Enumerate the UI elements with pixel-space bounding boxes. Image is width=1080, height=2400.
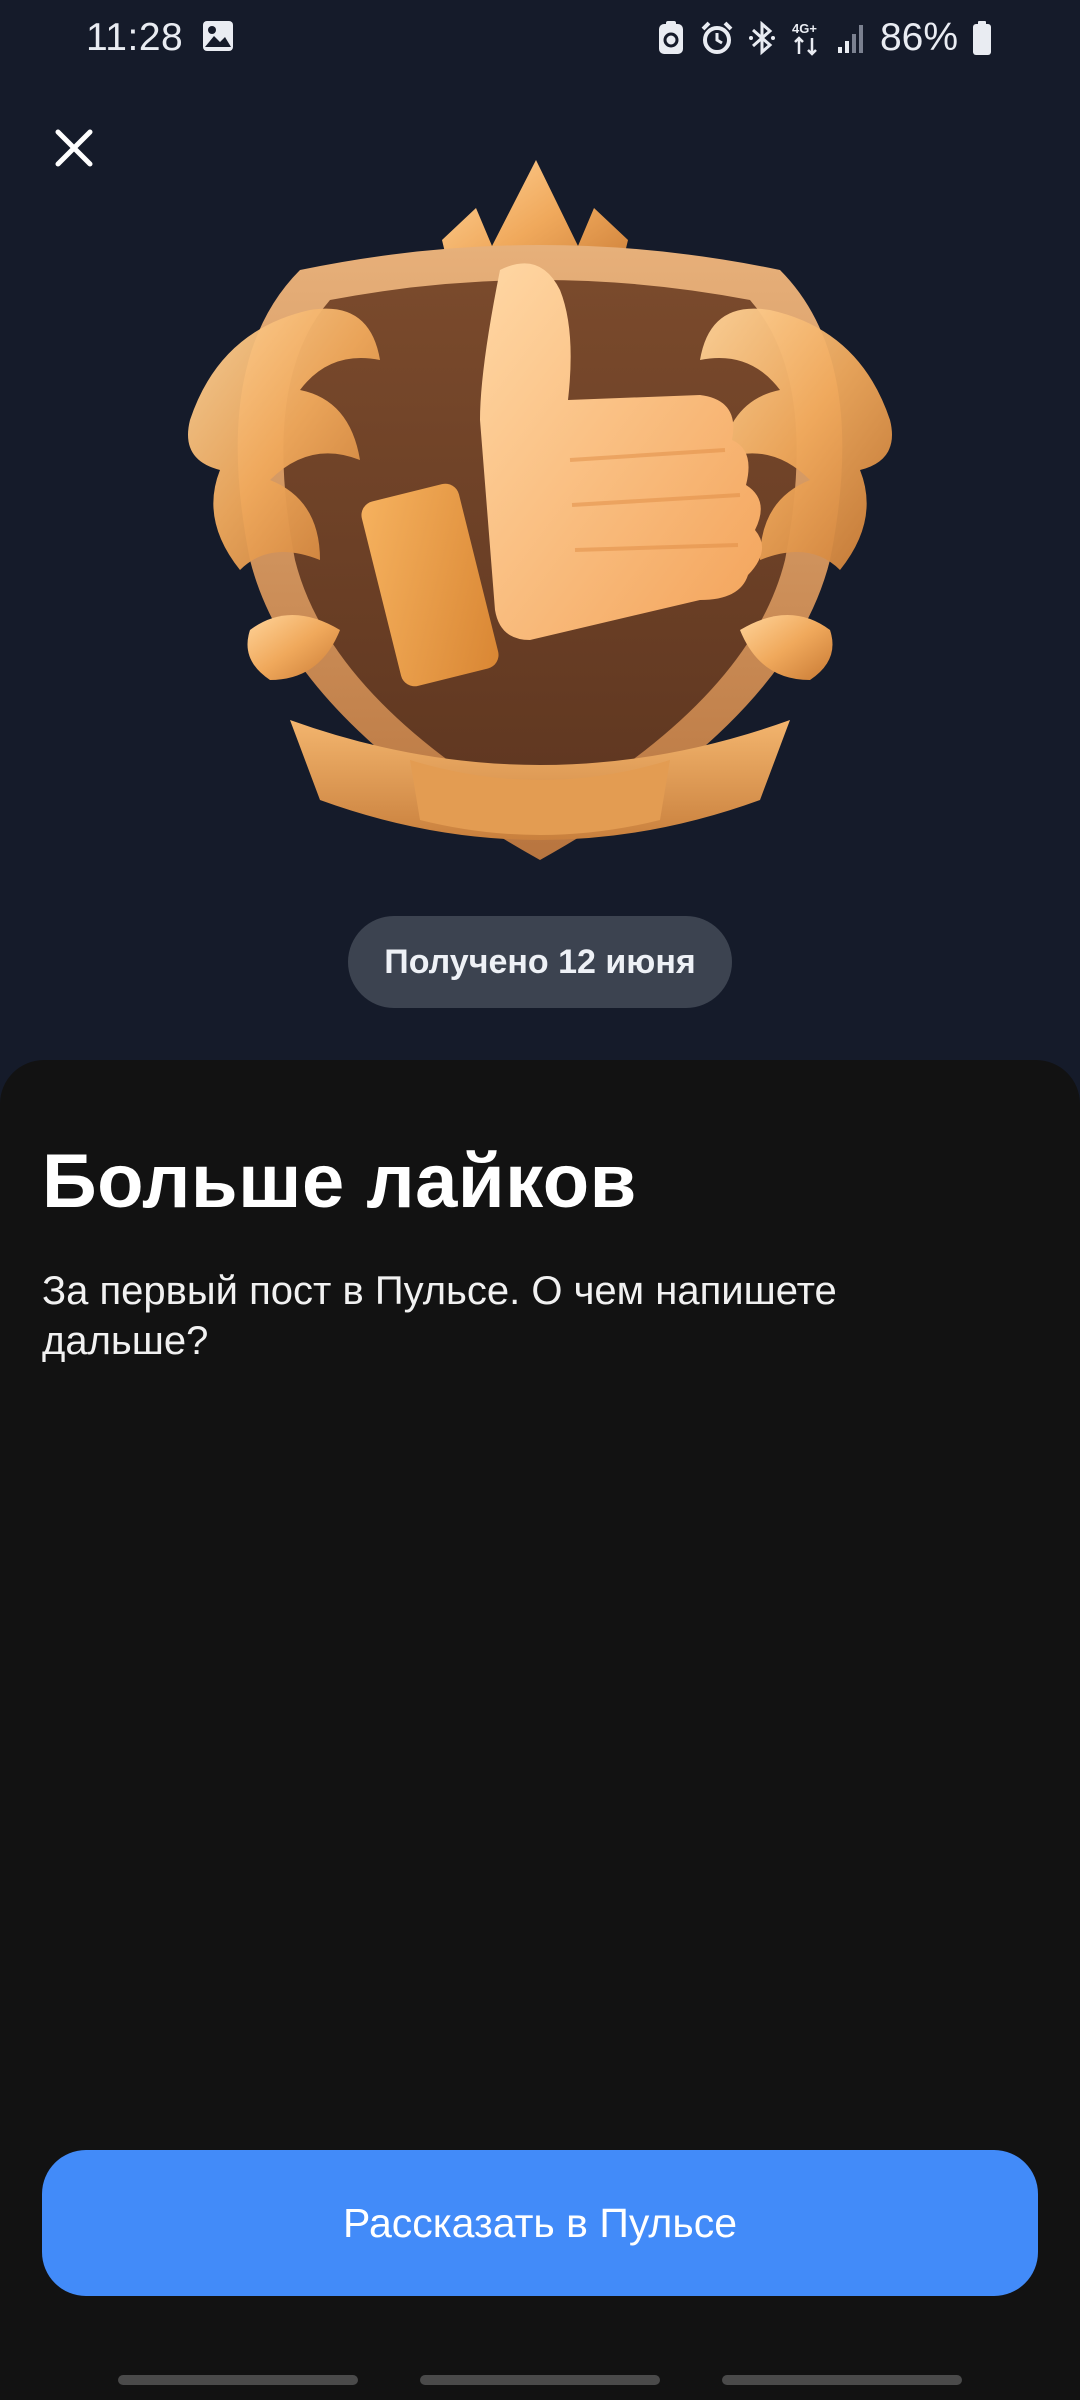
network-4g-icon: 4G+ bbox=[790, 20, 822, 56]
close-button[interactable] bbox=[44, 118, 104, 178]
achievement-title: Больше лайков bbox=[42, 1139, 637, 1224]
gallery-icon bbox=[201, 19, 235, 58]
badge-image bbox=[180, 160, 900, 880]
battery-saver-icon bbox=[656, 20, 686, 56]
system-nav-bar bbox=[0, 2360, 1080, 2400]
signal-icon bbox=[836, 21, 866, 55]
status-time: 11:28 bbox=[86, 16, 184, 59]
thumbs-up-crest-icon bbox=[188, 160, 892, 860]
achievement-screen: 11:28 4G+ 86% Получено 12 июня Больше ла… bbox=[0, 0, 1080, 2400]
nav-home-button[interactable] bbox=[420, 2375, 660, 2385]
achievement-description: За первый пост в Пульсе. О чем напишете … bbox=[42, 1269, 837, 1363]
svg-text:4G+: 4G+ bbox=[792, 21, 817, 36]
status-left: 11:28 bbox=[86, 16, 235, 60]
share-in-pulse-button[interactable]: Рассказать в Пульсе bbox=[42, 2150, 1038, 2296]
received-date-badge: Получено 12 июня bbox=[348, 916, 732, 1008]
alarm-icon bbox=[700, 21, 734, 55]
battery-percent: 86% bbox=[879, 16, 958, 59]
status-bar: 11:28 4G+ 86% bbox=[0, 0, 1080, 76]
status-right: 4G+ 86% bbox=[656, 16, 992, 60]
close-icon bbox=[55, 129, 93, 167]
bluetooth-icon bbox=[748, 20, 776, 56]
battery-icon bbox=[972, 20, 992, 56]
nav-back-button[interactable] bbox=[722, 2375, 962, 2385]
nav-recents-button[interactable] bbox=[118, 2375, 358, 2385]
